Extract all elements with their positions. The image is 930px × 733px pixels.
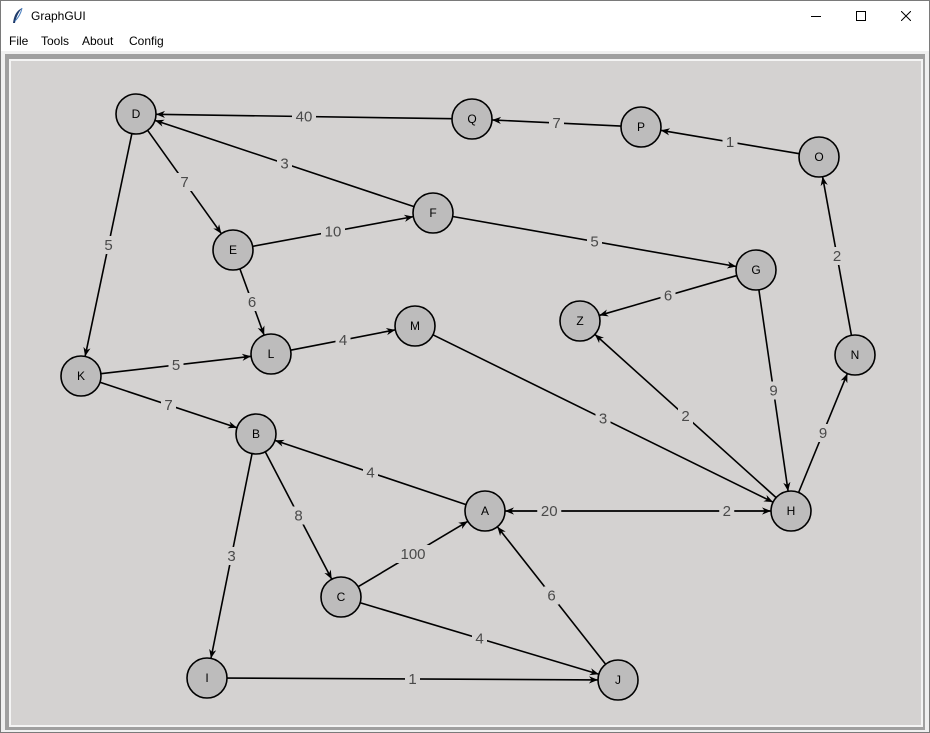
edge-weight-F-D: 3	[280, 156, 288, 173]
node-C[interactable]: C	[320, 576, 362, 618]
node-label: F	[429, 206, 436, 220]
node-I[interactable]: I	[186, 657, 228, 699]
edge-weight-B-C: 8	[294, 508, 302, 525]
edge-weight-K-B: 7	[164, 397, 172, 414]
node-label: D	[132, 107, 141, 121]
node-label: H	[787, 504, 796, 518]
edge-weight-L-M: 4	[339, 332, 347, 349]
edge-weight-I-J: 1	[408, 671, 416, 688]
node-label: I	[205, 671, 208, 685]
node-label: G	[751, 263, 760, 277]
node-label: E	[229, 243, 237, 257]
node-label: L	[268, 347, 275, 361]
edge-weight-C-J: 4	[475, 631, 483, 648]
node-E[interactable]: E	[212, 229, 254, 271]
node-B[interactable]: B	[235, 413, 277, 455]
node-O[interactable]: O	[798, 136, 840, 178]
graph-drawing[interactable]: 40 7123751056 64573 299420 281003641 D QPOEFG…	[1, 1, 929, 732]
node-F[interactable]: F	[412, 192, 454, 234]
node-label: A	[481, 504, 489, 518]
node-N[interactable]: N	[834, 334, 876, 376]
node-J[interactable]: J	[597, 659, 639, 701]
edge-weight-Q-D: 40	[296, 109, 313, 126]
node-M[interactable]: M	[394, 305, 436, 347]
edge-weight-C-A: 100	[400, 546, 425, 563]
node-D[interactable]: D	[115, 93, 157, 135]
node-Z[interactable]: Z	[559, 300, 601, 342]
edge-weight-E-F: 10	[325, 224, 342, 241]
node-label: M	[410, 319, 420, 333]
node-L[interactable]: L	[250, 333, 292, 375]
edge-weight-P-Q: 7	[552, 115, 560, 132]
edge-weight-A-H: 2	[723, 503, 731, 520]
edge-weight-K-L: 5	[172, 357, 180, 374]
node-label: N	[851, 348, 860, 362]
node-A[interactable]: A	[464, 490, 506, 532]
edge-weight-O-P: 1	[726, 134, 734, 151]
node-label: Z	[576, 314, 583, 328]
node-Q[interactable]: Q	[451, 98, 493, 140]
edge-weight-A-B: 4	[366, 465, 374, 482]
edge-weight-H-Z: 2	[681, 408, 689, 425]
node-P[interactable]: P	[620, 106, 662, 148]
node-label: Q	[467, 112, 476, 126]
node-label: B	[252, 427, 260, 441]
edge-weight-G-Z: 6	[664, 288, 672, 305]
node-G[interactable]: G	[735, 249, 777, 291]
edge-weight-H-N: 9	[819, 425, 827, 442]
node-label: K	[77, 369, 85, 383]
edge-weight-J-A: 6	[547, 588, 555, 605]
node-H[interactable]: H	[770, 490, 812, 532]
node-label: J	[615, 673, 621, 687]
edge-weight-H-A: 20	[541, 503, 558, 520]
edge-weight-D-E: 7	[180, 174, 188, 191]
node-K[interactable]: K	[60, 355, 102, 397]
edge-weight-B-I: 3	[227, 548, 235, 565]
app-window: GraphGUI File Tools About Config 40 7 1 2 3 7…	[0, 0, 930, 733]
edge-weight-N-O: 2	[833, 248, 841, 265]
edge-weight-D-K: 5	[104, 237, 112, 254]
edge-weight-M-H: 3	[599, 411, 607, 428]
edge-weight-G-H: 9	[769, 383, 777, 400]
node-label: C	[337, 590, 346, 604]
edge-weight-F-G: 5	[590, 234, 598, 251]
node-label: O	[814, 150, 823, 164]
edge-weight-E-L: 6	[248, 294, 256, 311]
node-label: P	[637, 120, 645, 134]
